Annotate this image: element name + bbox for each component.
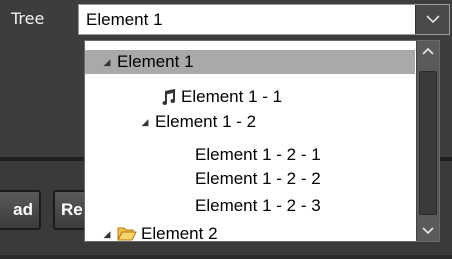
tree-item-label: Element 1 [117, 52, 194, 71]
expanded-triangle-icon[interactable]: ◢ [139, 117, 151, 128]
folder-open-icon [117, 226, 137, 241]
tree-panel: Tree Element 1 ad Re ◢ Element 1 Element… [0, 0, 452, 259]
tree-item-label: Element 1 - 1 [181, 87, 283, 106]
bottom-divider [0, 255, 452, 259]
tree-item-element-1-1[interactable]: Element 1 - 1 [85, 85, 415, 109]
scroll-up-button[interactable] [417, 41, 439, 61]
expanded-triangle-icon[interactable]: ◢ [101, 229, 113, 240]
chevron-down-icon [422, 227, 434, 235]
scroll-down-button[interactable] [417, 221, 439, 241]
tree-combobox[interactable]: Element 1 [78, 4, 450, 35]
load-button[interactable]: ad [0, 190, 41, 230]
tree-item-element-1[interactable]: ◢ Element 1 [85, 50, 415, 74]
tree-item-element-2[interactable]: ◢ Element 2 [85, 222, 415, 242]
tree-label: Tree [11, 9, 45, 28]
tree-item-element-1-2[interactable]: ◢ Element 1 - 2 [85, 110, 415, 134]
tree-dropdown[interactable]: ◢ Element 1 Element 1 - 1 ◢ Element 1 - … [84, 40, 440, 242]
expanded-triangle-icon[interactable]: ◢ [101, 57, 113, 68]
dropdown-scrollbar[interactable] [416, 41, 439, 241]
tree-item-label: Element 1 - 2 - 3 [195, 196, 321, 215]
tree-item-label: Element 1 - 2 - 2 [195, 169, 321, 188]
chevron-up-icon [422, 47, 434, 55]
tree-item-element-1-2-1[interactable]: Element 1 - 2 - 1 [85, 143, 415, 167]
tree-item-element-1-2-2[interactable]: Element 1 - 2 - 2 [85, 167, 415, 191]
scrollbar-thumb[interactable] [419, 71, 437, 215]
tree-item-element-1-2-3[interactable]: Element 1 - 2 - 3 [85, 194, 415, 218]
chevron-down-icon [425, 15, 440, 24]
tree-item-label: Element 1 - 2 [155, 112, 257, 131]
tree-item-label: Element 2 [141, 224, 218, 242]
combobox-selected-value: Element 1 [86, 10, 163, 29]
music-note-icon [159, 88, 177, 106]
combobox-toggle-button[interactable] [415, 5, 449, 34]
tree-item-label: Element 1 - 2 - 1 [195, 145, 321, 164]
